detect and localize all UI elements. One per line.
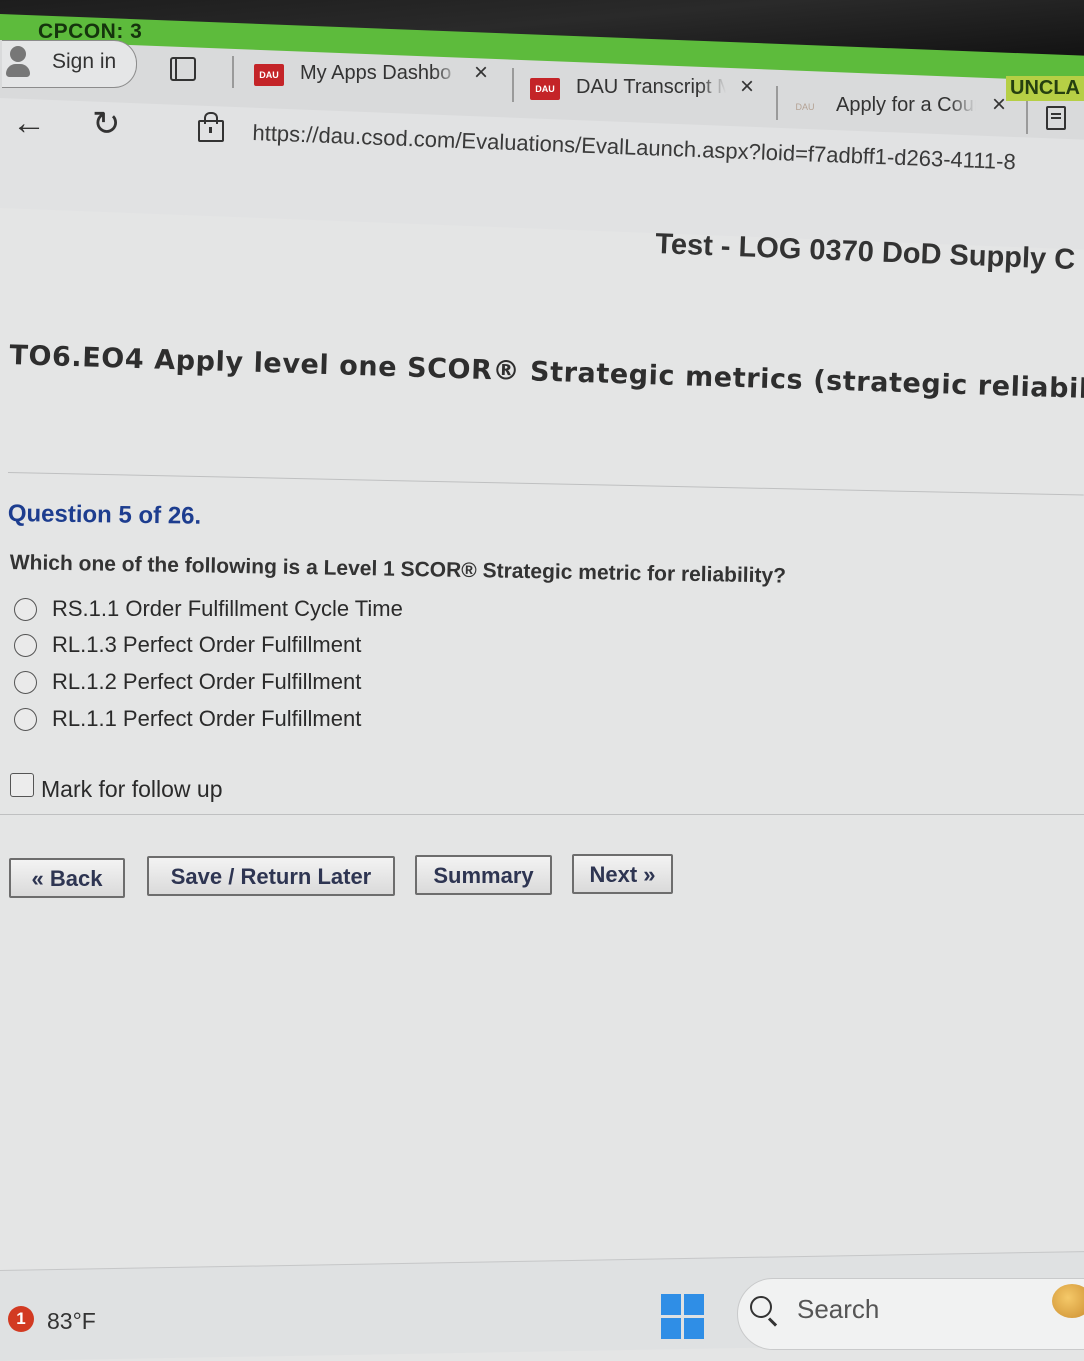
tab-title: Apply for a Cour [836, 94, 976, 117]
dau-logo-icon: DAU [795, 102, 815, 112]
radio-button[interactable] [14, 634, 37, 657]
answer-label[interactable]: RS.1.1 Order Fulfillment Cycle Time [52, 596, 403, 622]
tab-dau-transcript[interactable]: DAU DAU Transcript M × [530, 73, 770, 106]
tab-separator [776, 86, 778, 120]
tab-separator [512, 68, 514, 102]
reload-icon[interactable]: ↻ [92, 104, 121, 144]
save-return-later-button[interactable]: Save / Return Later [147, 856, 395, 896]
back-button[interactable]: « Back [9, 858, 125, 898]
radio-button[interactable] [14, 708, 37, 731]
tab-title: My Apps Dashbo [300, 62, 460, 85]
dau-logo-icon: DAU [530, 78, 560, 100]
tab-separator [1026, 100, 1028, 134]
tab-separator [232, 56, 234, 88]
lock-icon[interactable] [198, 112, 224, 142]
tab-my-apps[interactable]: DAU My Apps Dashbo × [254, 59, 504, 92]
question-text: Which one of the following is a Level 1 … [9, 551, 787, 588]
tab-title: DAU Transcript M [576, 76, 726, 99]
classification-label: UNCLA [1006, 76, 1084, 101]
answer-label[interactable]: RL.1.2 Perfect Order Fulfillment [52, 669, 361, 695]
sidebar-icon[interactable] [1046, 106, 1066, 130]
close-tab-icon[interactable]: × [992, 91, 1006, 119]
search-icon[interactable] [750, 1296, 772, 1318]
follow-up-label[interactable]: Mark for follow up [41, 776, 223, 803]
answer-label[interactable]: RL.1.3 Perfect Order Fulfillment [52, 632, 361, 658]
search-label[interactable]: Search [797, 1294, 879, 1325]
next-button[interactable]: Next » [572, 854, 673, 894]
windows-start-icon[interactable] [661, 1294, 705, 1340]
back-arrow-icon[interactable]: ← [12, 104, 46, 143]
tab-actions-icon[interactable] [170, 57, 196, 81]
dau-logo-icon: DAU [254, 64, 284, 86]
answer-label[interactable]: RL.1.1 Perfect Order Fulfillment [52, 706, 361, 732]
divider [0, 814, 1084, 815]
widget-icon[interactable] [1052, 1284, 1084, 1318]
radio-button[interactable] [14, 671, 37, 694]
close-tab-icon[interactable]: × [740, 73, 754, 101]
checkbox[interactable] [10, 773, 34, 797]
weather-temperature[interactable]: 83°F [47, 1308, 96, 1335]
notification-badge[interactable]: 1 [8, 1306, 34, 1332]
close-tab-icon[interactable]: × [474, 59, 488, 87]
tab-apply-course[interactable]: DAU Apply for a Cour × [790, 91, 1020, 124]
radio-button[interactable] [14, 598, 37, 621]
sign-in-label[interactable]: Sign in [52, 50, 116, 74]
objective-heading: TO6.EO4 Apply level one SCOR® Strategic … [9, 340, 1084, 409]
divider [7, 472, 1084, 496]
question-number: Question 5 of 26. [7, 500, 202, 530]
taskbar-search-box[interactable] [737, 1278, 1084, 1350]
summary-button[interactable]: Summary [415, 855, 552, 895]
avatar-icon [6, 44, 30, 78]
